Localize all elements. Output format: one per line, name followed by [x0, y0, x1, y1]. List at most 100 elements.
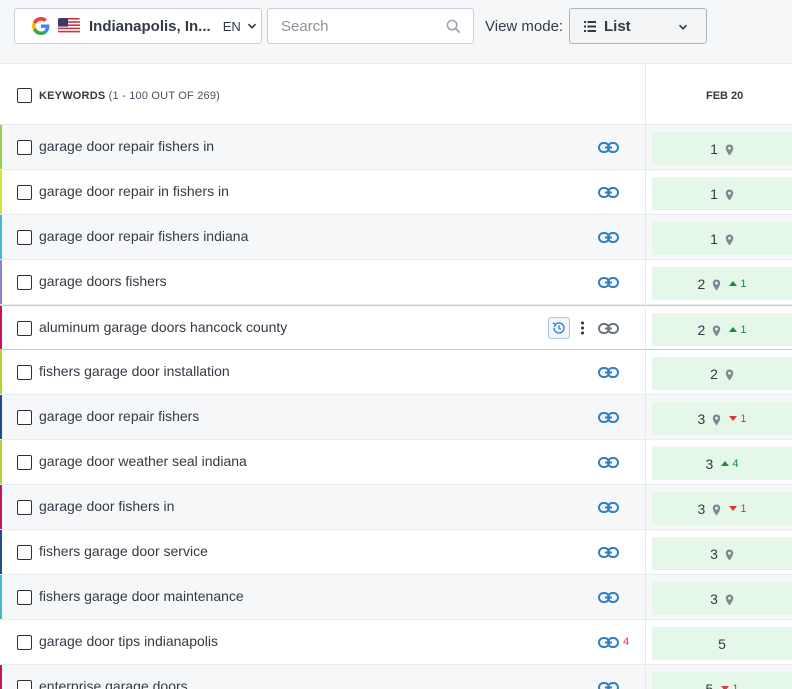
link-icon[interactable] [598, 184, 619, 201]
table-row[interactable]: garage door repair fishers indiana 1 [0, 215, 792, 260]
keyword-text[interactable]: garage doors fishers [39, 273, 167, 289]
row-checkbox[interactable] [17, 185, 32, 200]
row-checkbox[interactable] [17, 545, 32, 560]
link-icon[interactable] [598, 589, 619, 606]
rank-position: 3 [697, 500, 706, 517]
keyword-text[interactable]: garage door repair fishers in [39, 138, 214, 154]
link-icon[interactable] [598, 679, 619, 689]
keyword-text[interactable]: garage door repair fishers indiana [39, 228, 248, 244]
row-checkbox[interactable] [17, 680, 32, 689]
table-row[interactable]: garage door repair fishers in 1 [0, 125, 792, 170]
table-row[interactable]: garage door fishers in 3 1 [0, 485, 792, 530]
arrow-down-icon [729, 506, 738, 511]
link-icon[interactable] [598, 274, 619, 291]
keyword-text[interactable]: garage door repair in fishers in [39, 183, 229, 199]
table-row[interactable]: garage door repair in fishers in 1 [0, 170, 792, 215]
arrow-up-icon [729, 281, 738, 286]
row-checkbox[interactable] [17, 321, 32, 336]
keyword-text[interactable]: aluminum garage doors hancock county [39, 319, 287, 335]
link-icon[interactable] [598, 454, 619, 471]
row-checkbox[interactable] [17, 410, 32, 425]
table-row[interactable]: fishers garage door service 3 [0, 530, 792, 575]
location-selector[interactable]: Indianapolis, In... EN [14, 8, 262, 44]
rank-position: 1 [710, 185, 718, 202]
rank-cell[interactable]: 21 [652, 313, 792, 346]
row-checkbox[interactable] [17, 455, 32, 470]
rank-cell[interactable]: 1 [652, 177, 792, 210]
language-code: EN [222, 18, 241, 34]
row-checkbox[interactable] [17, 230, 32, 245]
view-mode-select[interactable]: List [569, 8, 707, 44]
rank-position: 2 [710, 365, 718, 382]
row-checkbox[interactable] [17, 365, 32, 380]
map-pin-icon [712, 324, 721, 336]
row-checkbox[interactable] [17, 275, 32, 290]
chevron-down-icon [247, 23, 256, 29]
link-icon[interactable] [598, 364, 619, 381]
table-row[interactable]: garage door repair fishers 3 1 [0, 395, 792, 440]
column-divider [645, 64, 646, 689]
keyword-text[interactable]: fishers garage door service [39, 543, 208, 559]
map-pin-icon [712, 413, 721, 425]
keyword-text[interactable]: garage door weather seal indiana [39, 453, 247, 469]
link-icon[interactable] [598, 139, 619, 156]
keyword-group-color-bar [0, 530, 2, 574]
map-pin-icon [725, 188, 734, 200]
rank-change-down: 1 [729, 413, 746, 425]
select-all-checkbox[interactable] [17, 88, 32, 103]
rank-position: 5 [718, 635, 726, 652]
link-icon[interactable] [598, 229, 619, 246]
keyword-text[interactable]: fishers garage door installation [39, 363, 230, 379]
rank-position: 2 [697, 321, 706, 338]
date-column-header[interactable]: FEB 20 [706, 90, 743, 102]
history-button[interactable] [548, 317, 570, 339]
rank-cell[interactable]: 21 [652, 267, 792, 300]
rank-cell[interactable]: 1 [652, 222, 792, 255]
keyword-text[interactable]: garage door tips indianapolis [39, 633, 218, 649]
rank-change-value: 4 [732, 457, 739, 470]
us-flag-icon [58, 18, 80, 34]
link-icon[interactable] [598, 409, 619, 426]
row-checkbox[interactable] [17, 590, 32, 605]
keyword-text[interactable]: garage door fishers in [39, 498, 174, 514]
rank-position: 3 [697, 410, 706, 427]
keyword-text[interactable]: garage door repair fishers [39, 408, 199, 424]
rank-cell[interactable]: 51 [652, 672, 792, 689]
row-checkbox[interactable] [17, 635, 32, 650]
search-input[interactable] [268, 9, 438, 43]
search-icon[interactable] [446, 19, 461, 34]
keyword-text[interactable]: fishers garage door maintenance [39, 588, 244, 604]
keywords-count: (1 - 100 OUT OF 269) [108, 90, 221, 102]
rank-cell[interactable]: 2 [652, 357, 792, 390]
keyword-group-color-bar [0, 306, 2, 349]
rank-cell[interactable]: 31 [652, 492, 792, 525]
rank-cell[interactable]: 34 [652, 447, 792, 480]
more-options-icon[interactable] [580, 321, 585, 335]
keyword-text[interactable]: enterprise garage doors [39, 678, 188, 689]
rank-cell[interactable]: 31 [652, 402, 792, 435]
link-icon[interactable] [598, 544, 619, 561]
map-pin-icon [725, 368, 734, 380]
link-icon[interactable] [598, 634, 619, 651]
table-row[interactable]: enterprise garage doors 5 1 [0, 665, 792, 689]
rank-cell[interactable]: 3 [652, 537, 792, 570]
table-row[interactable]: garage door weather seal indiana 3 4 [0, 440, 792, 485]
link-icon[interactable] [598, 499, 619, 516]
table-row[interactable]: aluminum garage doors hancock county 2 1 [0, 305, 792, 350]
rank-position: 1 [710, 230, 718, 247]
rank-cell[interactable]: 5 [652, 627, 792, 660]
table-row[interactable]: fishers garage door installation 2 [0, 350, 792, 395]
rank-cell[interactable]: 3 [652, 582, 792, 615]
keyword-group-color-bar [0, 170, 2, 214]
keyword-group-color-bar [0, 350, 2, 394]
keywords-column-header[interactable]: KEYWORDS (1 - 100 OUT OF 269) [39, 90, 220, 102]
search-box [267, 8, 474, 44]
row-checkbox[interactable] [17, 500, 32, 515]
table-row[interactable]: fishers garage door maintenance 3 [0, 575, 792, 620]
map-pin-icon [725, 548, 734, 560]
rank-cell[interactable]: 1 [652, 132, 792, 165]
table-row[interactable]: garage doors fishers 2 1 [0, 260, 792, 305]
row-checkbox[interactable] [17, 140, 32, 155]
table-row[interactable]: garage door tips indianapolis 4 5 [0, 620, 792, 665]
link-icon[interactable] [598, 320, 619, 337]
